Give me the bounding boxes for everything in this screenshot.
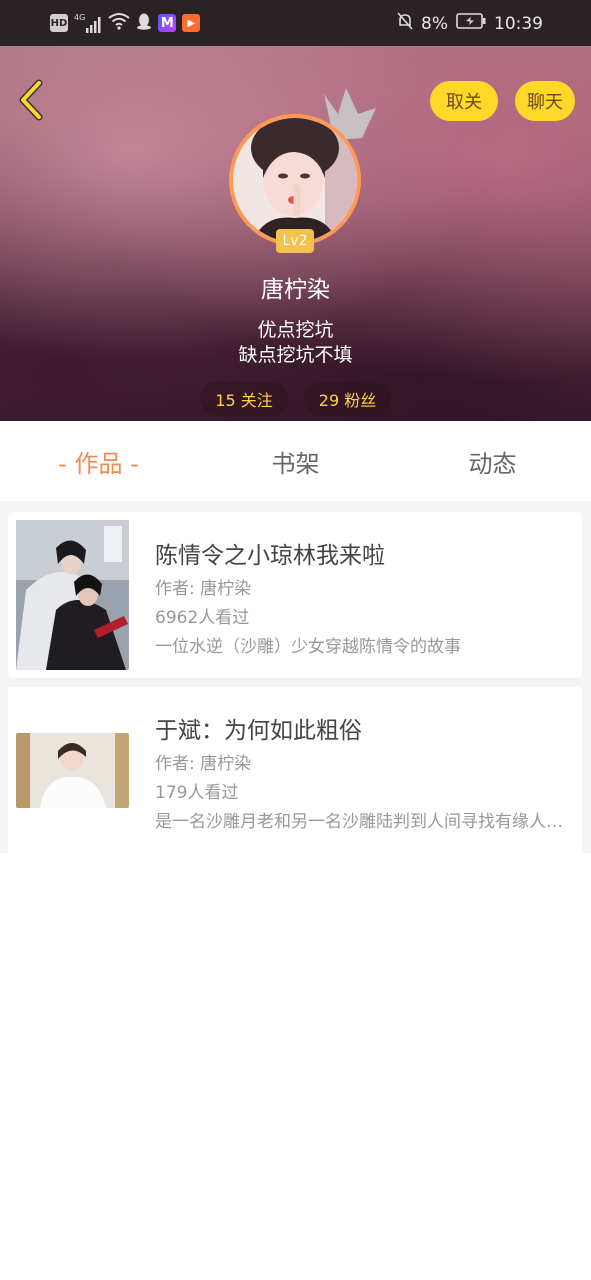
signal-4g-icon: 4G	[74, 13, 102, 33]
bio-line-2: 缺点挖坑不填	[238, 344, 353, 366]
tab-bookshelf[interactable]: 书架	[197, 421, 394, 501]
video-app-icon: ▶	[182, 14, 201, 32]
profile-header: 取关 聊天 Lv2 唐柠染 优点挖坑 缺点挖坑不填 15 关注 29 粉丝	[0, 46, 591, 421]
status-icons-left: HD 4G M ▶	[50, 12, 201, 34]
work-views: 179人看过	[155, 783, 239, 803]
user-bio: 优点挖坑 缺点挖坑不填	[0, 318, 591, 368]
meitu-icon: M	[158, 14, 177, 32]
work-title: 于斌：为何如此粗俗	[155, 718, 362, 744]
tab-works[interactable]: - 作品 -	[0, 421, 197, 501]
cover-image	[16, 520, 129, 670]
qq-icon	[136, 12, 152, 34]
chevron-left-icon	[19, 79, 43, 121]
battery-charging-icon	[456, 13, 486, 34]
works-list: 陈情令之小琼林我来啦 作者: 唐柠染 6962人看过 一位水逆（沙雕）少女穿越陈…	[0, 501, 591, 853]
cover-image	[16, 733, 129, 808]
status-bar: HD 4G M ▶ 8% 10:39	[0, 0, 591, 46]
following-count[interactable]: 15 关注	[200, 382, 288, 416]
network-type-label: 4G	[74, 13, 86, 22]
clock: 10:39	[494, 13, 543, 34]
status-icons-right: 8% 10:39	[397, 12, 543, 35]
work-description: 一位水逆（沙雕）少女穿越陈情令的故事	[155, 637, 461, 657]
mute-bell-icon	[397, 12, 413, 35]
avatar[interactable]	[229, 114, 361, 246]
list-item[interactable]: 陈情令之小琼林我来啦 作者: 唐柠染 6962人看过 一位水逆（沙雕）少女穿越陈…	[8, 512, 582, 678]
wifi-icon	[108, 12, 130, 34]
tab-bar: - 作品 - 书架 动态	[0, 421, 591, 501]
avatar-image	[229, 114, 361, 246]
work-author: 作者: 唐柠染	[155, 579, 252, 599]
level-badge: Lv2	[276, 229, 314, 253]
battery-percent: 8%	[421, 13, 448, 34]
work-author: 作者: 唐柠染	[155, 754, 252, 774]
chat-button[interactable]: 聊天	[515, 81, 575, 121]
back-button[interactable]	[14, 78, 50, 122]
tab-activity[interactable]: 动态	[394, 421, 591, 501]
fans-count[interactable]: 29 粉丝	[304, 382, 391, 416]
bio-line-1: 优点挖坑	[257, 319, 334, 341]
work-description: 是一名沙雕月老和另一名沙雕陆判到人间寻找有缘人的故事	[155, 812, 570, 832]
hd-icon: HD	[50, 14, 68, 32]
work-title: 陈情令之小琼林我来啦	[155, 543, 385, 569]
work-views: 6962人看过	[155, 608, 250, 628]
username: 唐柠染	[261, 277, 330, 303]
list-item[interactable]: 于斌：为何如此粗俗 作者: 唐柠染 179人看过 是一名沙雕月老和另一名沙雕陆判…	[8, 687, 582, 853]
unfollow-button[interactable]: 取关	[430, 81, 498, 121]
